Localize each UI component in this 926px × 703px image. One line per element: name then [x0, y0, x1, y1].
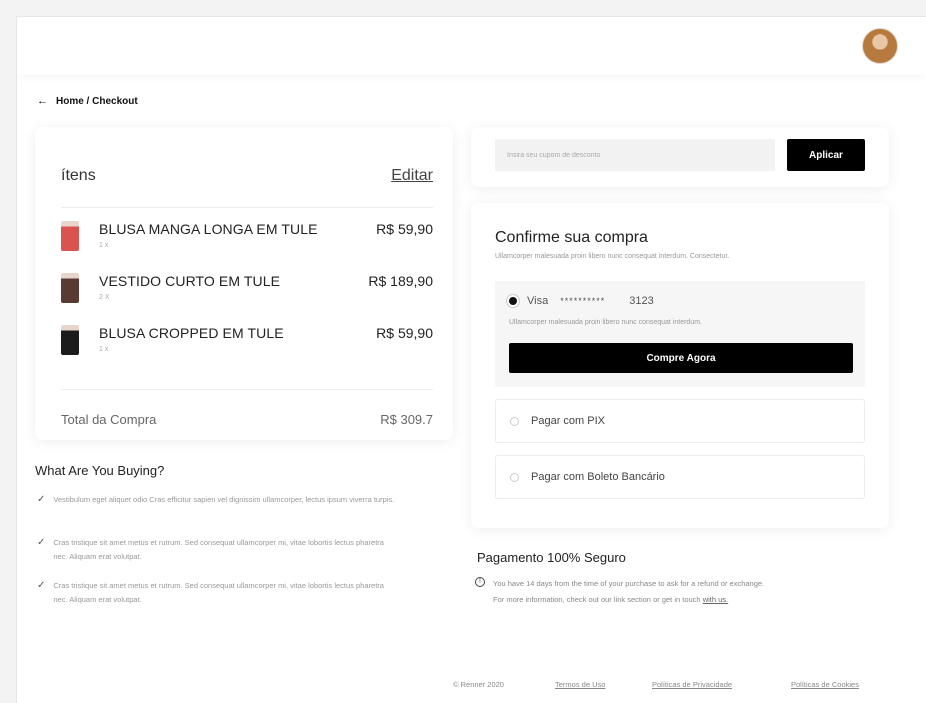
contact-link[interactable]: with us.: [703, 595, 728, 604]
secure-title: Pagamento 100% Seguro: [477, 550, 626, 565]
buying-list-item: ✓ Cras tristique sit amet metus et rutru…: [37, 536, 397, 564]
item-price: R$ 59,90: [376, 325, 433, 341]
total-value: R$ 309.7: [380, 412, 433, 427]
total-label: Total da Compra: [61, 412, 157, 427]
item-name: VESTIDO CURTO EM TULE: [99, 273, 281, 289]
cart-item: VESTIDO CURTO EM TULE 2 X R$ 189,90: [61, 273, 433, 313]
check-icon: ✓: [37, 580, 46, 591]
page-frame: ← Home / Checkout ítens Editar BLUSA MAN…: [16, 16, 926, 703]
buy-now-button[interactable]: Compre Agora: [509, 343, 853, 373]
item-qty: 1 x: [99, 242, 109, 249]
buying-text: Vestibulum eget aliquet odio Cras effici…: [53, 495, 395, 504]
cart-item: BLUSA MANGA LONGA EM TULE 1 x R$ 59,90: [61, 221, 433, 261]
info-icon: !: [475, 577, 485, 587]
items-card: ítens Editar BLUSA MANGA LONGA EM TULE 1…: [35, 127, 453, 440]
copyright: © Renner 2020: [453, 680, 504, 689]
user-avatar[interactable]: [862, 28, 898, 64]
coupon-input[interactable]: [495, 139, 775, 171]
item-qty: 2 X: [99, 294, 110, 301]
item-price: R$ 59,90: [376, 221, 433, 237]
item-name: BLUSA CROPPED EM TULE: [99, 325, 284, 341]
buying-text: Cras tristique sit amet metus et rutrum.…: [53, 538, 384, 561]
confirm-title: Confirme sua compra: [495, 229, 648, 246]
radio-unselected[interactable]: [510, 416, 519, 426]
top-bar: [17, 17, 926, 75]
card-mask: **********: [560, 296, 606, 306]
payment-option-label: Pagar com Boleto Bancário: [531, 471, 665, 483]
breadcrumb-text[interactable]: Home / Checkout: [56, 96, 138, 107]
buying-list-item: ✓ Vestibulum eget aliquet odio Cras effi…: [37, 493, 397, 507]
secure-text-line: You have 14 days from the time of your p…: [493, 579, 765, 588]
items-title: ítens: [61, 167, 96, 184]
pix-payment-option[interactable]: Pagar com PIX: [495, 399, 865, 443]
confirm-card: Confirme sua compra Ullamcorper malesuad…: [471, 203, 889, 528]
product-thumbnail[interactable]: [61, 325, 79, 355]
buying-title: What Are You Buying?: [35, 463, 165, 478]
check-icon: ✓: [37, 494, 46, 505]
cookies-link[interactable]: Políticas de Cookies: [791, 680, 859, 689]
divider: [61, 207, 433, 208]
terms-link[interactable]: Termos de Uso: [555, 680, 605, 689]
apply-coupon-button[interactable]: Aplicar: [787, 139, 865, 171]
product-thumbnail[interactable]: [61, 273, 79, 303]
breadcrumb[interactable]: ← Home / Checkout: [37, 95, 138, 107]
confirm-subtitle: Ullamcorper malesuada proin libero nunc …: [495, 253, 730, 260]
edit-items-link[interactable]: Editar: [391, 167, 433, 185]
secure-text-line: For more information, check out our link…: [493, 595, 701, 604]
privacy-link[interactable]: Políticas de Privacidade: [652, 680, 732, 689]
item-price: R$ 189,90: [368, 273, 433, 289]
boleto-payment-option[interactable]: Pagar com Boleto Bancário: [495, 455, 865, 499]
item-name: BLUSA MANGA LONGA EM TULE: [99, 221, 318, 237]
cart-item: BLUSA CROPPED EM TULE 1 x R$ 59,90: [61, 325, 433, 365]
payment-option-label: Pagar com PIX: [531, 415, 605, 427]
divider: [61, 389, 433, 390]
radio-unselected[interactable]: [510, 472, 519, 482]
visa-label: Visa: [527, 295, 549, 307]
check-icon: ✓: [37, 537, 46, 548]
visa-description: Ullamcorper malesuada proin libero nunc …: [509, 319, 702, 326]
card-last-digits: 3123: [629, 295, 654, 307]
radio-selected[interactable]: [509, 297, 517, 305]
buying-text: Cras tristique sit amet metus et rutrum.…: [53, 581, 384, 604]
visa-payment-option[interactable]: Visa ********** 3123 Ullamcorper malesua…: [495, 281, 865, 387]
secure-info: ! You have 14 days from the time of your…: [475, 576, 895, 608]
coupon-card: Aplicar: [471, 127, 889, 187]
buying-list-item: ✓ Cras tristique sit amet metus et rutru…: [37, 579, 397, 607]
item-qty: 1 x: [99, 346, 109, 353]
product-thumbnail[interactable]: [61, 221, 79, 251]
back-arrow-icon[interactable]: ←: [37, 95, 48, 107]
